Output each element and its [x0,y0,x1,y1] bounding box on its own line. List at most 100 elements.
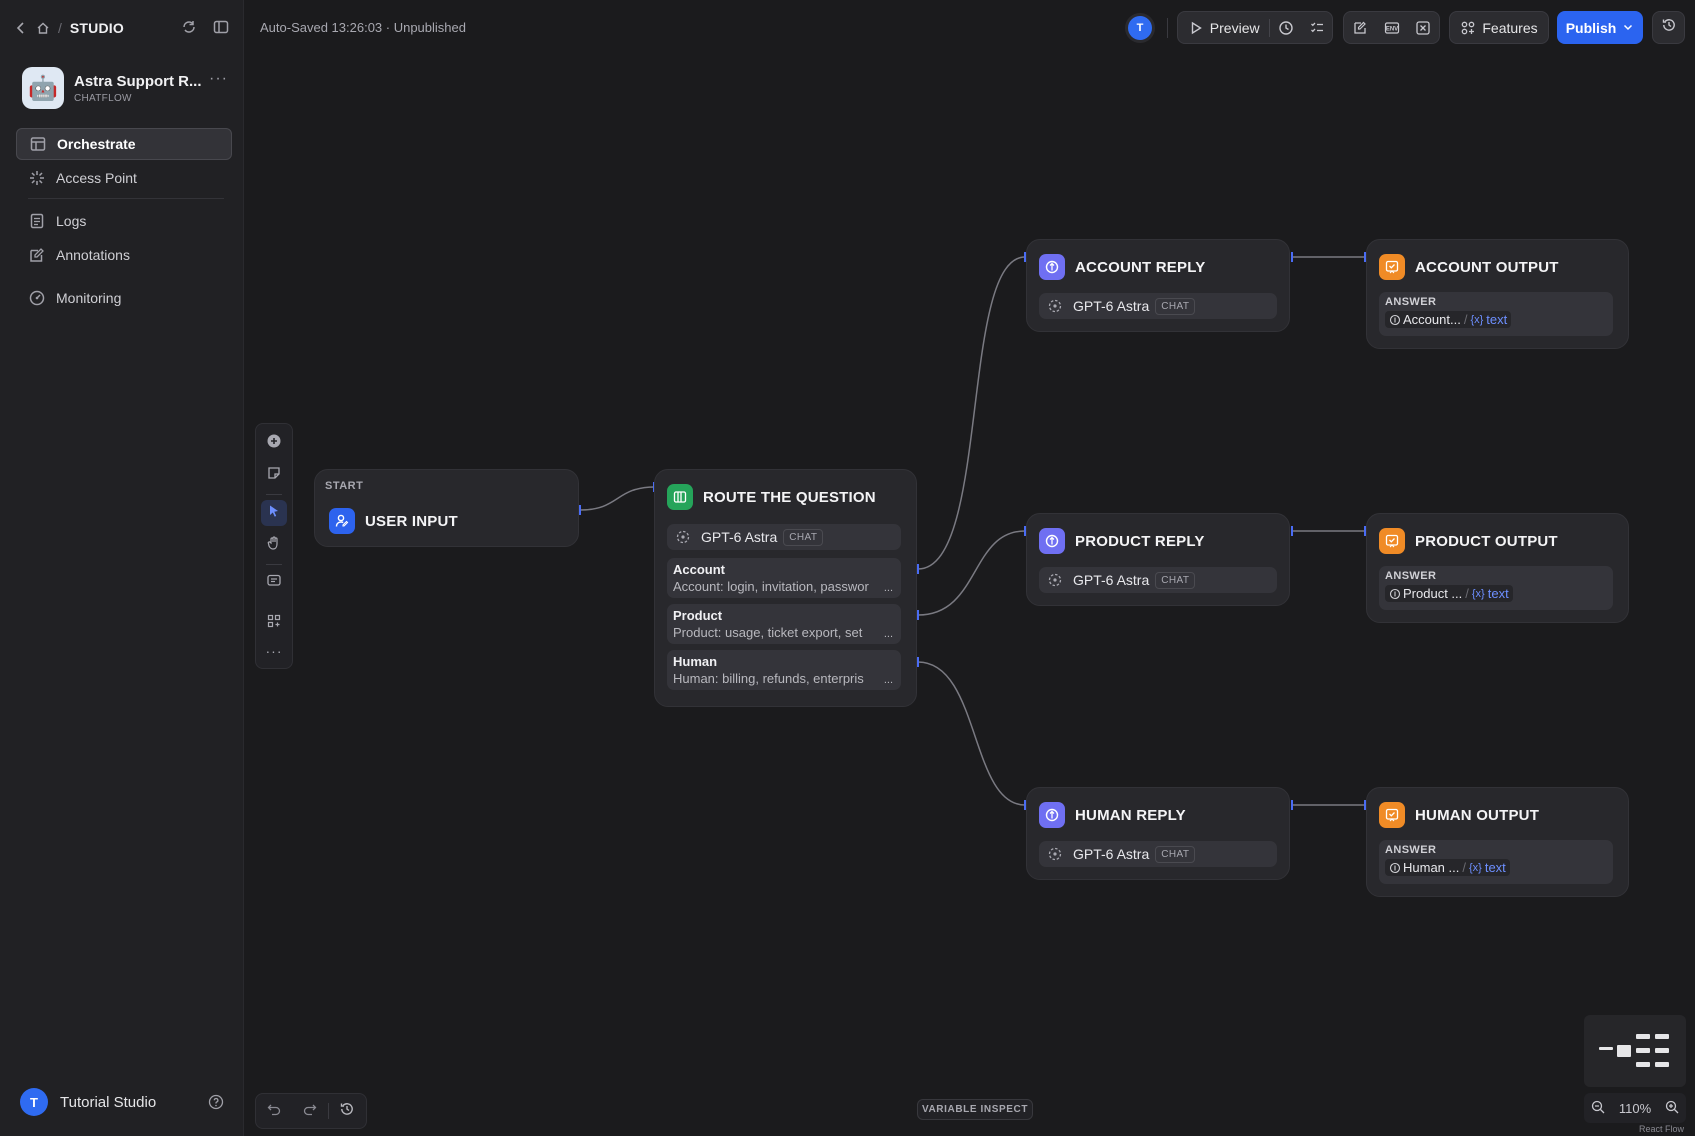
node-title: HUMAN REPLY [1039,802,1186,828]
class-item[interactable]: Human Human: billing, refunds, enterpris… [667,650,901,690]
output-handle[interactable] [1291,252,1293,262]
node-label: START [325,480,364,492]
variable-reference[interactable]: Account... / {x} text [1385,311,1512,328]
zoom-control: 110% [1584,1093,1686,1123]
answer-field[interactable]: ANSWER Account... / {x} text [1379,292,1613,336]
product-output-node[interactable]: PRODUCT OUTPUT ANSWER Product ... / {x} … [1366,513,1629,623]
minimap-node [1655,1048,1669,1053]
model-icon [1047,572,1063,588]
attribution-link[interactable]: React Flow [1639,1124,1684,1134]
reference-node: Human ... [1403,860,1460,875]
node-title-text: PRODUCT OUTPUT [1415,532,1558,550]
edit-history-button[interactable] [329,1093,365,1129]
account-reply-node[interactable]: ACCOUNT REPLY GPT-6 Astra CHAT [1026,239,1290,332]
edge-start-router [579,486,656,511]
account-output-node[interactable]: ACCOUNT OUTPUT ANSWER Account... / {x} t… [1366,239,1629,349]
edge-router-human [917,661,1026,806]
zoom-in-icon[interactable] [1664,1099,1680,1118]
variable-name: text [1486,312,1508,327]
node-title-text: HUMAN OUTPUT [1415,806,1540,824]
node-title-text: PRODUCT REPLY [1075,532,1205,550]
node-title: ROUTE THE QUESTION [667,484,876,510]
reference-separator: / [1463,312,1468,327]
variable-inspect-button[interactable]: VARIABLE INSPECT [917,1099,1033,1120]
output-handle[interactable] [1291,526,1293,536]
classifier-icon [667,484,693,510]
model-selector[interactable]: GPT-6 Astra CHAT [1039,841,1277,867]
output-handle[interactable] [1291,800,1293,810]
node-title: PRODUCT OUTPUT [1379,528,1558,554]
llm-icon [1389,588,1401,600]
zoom-out-icon[interactable] [1590,1099,1606,1118]
minimap-node [1636,1048,1650,1053]
reference-separator: / [1462,860,1466,875]
model-name: GPT-6 Astra [1073,846,1150,862]
llm-icon [1389,862,1401,874]
node-title-text: HUMAN REPLY [1075,806,1186,824]
undo-icon [266,1101,282,1122]
model-mode-chip: CHAT [1155,845,1196,863]
output-handle[interactable] [579,505,581,515]
class-item[interactable]: Product Product: usage, ticket export, s… [667,604,901,644]
minimap-node [1655,1034,1669,1039]
answer-label: ANSWER [1385,296,1437,308]
answer-field[interactable]: ANSWER Human ... / {x} text [1379,840,1613,884]
user-input-icon [329,508,355,534]
minimap-node [1655,1062,1669,1067]
zoom-level[interactable]: 110% [1619,1101,1651,1116]
model-name: GPT-6 Astra [1073,572,1150,588]
minimap-node [1636,1034,1650,1039]
model-selector[interactable]: GPT-6 Astra CHAT [1039,293,1277,319]
model-selector[interactable]: GPT-6 Astra CHAT [667,524,901,550]
product-reply-node[interactable]: PRODUCT REPLY GPT-6 Astra CHAT [1026,513,1290,606]
class-name: Human [673,654,718,669]
human-reply-node[interactable]: HUMAN REPLY GPT-6 Astra CHAT [1026,787,1290,880]
ellipsis: ... [883,674,893,686]
llm-icon [1039,254,1065,280]
llm-icon [1039,802,1065,828]
class-name: Product [673,608,723,623]
human-output-node[interactable]: HUMAN OUTPUT ANSWER Human ... / {x} text [1366,787,1629,897]
ellipsis: ... [883,582,893,594]
output-handle[interactable] [917,657,919,667]
minimap[interactable] [1584,1015,1686,1087]
model-mode-chip: CHAT [1155,571,1196,589]
answer-label: ANSWER [1385,570,1437,582]
ellipsis: ... [883,628,893,640]
variable-name: text [1487,586,1509,601]
question-classifier-node[interactable]: ROUTE THE QUESTION GPT-6 Astra CHAT Acco… [654,469,917,707]
model-selector[interactable]: GPT-6 Astra CHAT [1039,567,1277,593]
reference-separator: / [1465,586,1469,601]
model-mode-chip: CHAT [783,528,824,546]
reference-node: Product ... [1403,586,1463,601]
class-description: Human: billing, refunds, enterpris [673,671,864,686]
output-handle[interactable] [917,564,919,574]
variable-reference[interactable]: Product ... / {x} text [1385,585,1513,602]
undo-redo-toolbar [255,1093,367,1129]
history-icon [339,1101,355,1122]
class-description: Account: login, invitation, passwor [673,579,869,594]
node-title: HUMAN OUTPUT [1379,802,1539,828]
node-title: PRODUCT REPLY [1039,528,1205,554]
undo-button[interactable] [256,1093,292,1129]
class-item[interactable]: Account Account: login, invitation, pass… [667,558,901,598]
answer-label: ANSWER [1385,844,1437,856]
node-title: ACCOUNT REPLY [1039,254,1205,280]
minimap-node [1599,1047,1613,1050]
reference-node: Account... [1403,312,1461,327]
output-handle[interactable] [917,610,919,620]
edge-router-account [917,256,1026,570]
redo-button[interactable] [292,1093,328,1129]
variable-symbol: {x} [1470,313,1484,326]
answer-field[interactable]: ANSWER Product ... / {x} text [1379,566,1613,610]
edge-router-product [917,530,1026,616]
variable-reference[interactable]: Human ... / {x} text [1385,859,1510,876]
llm-icon [1039,528,1065,554]
start-node[interactable]: START USER INPUT [314,469,579,547]
node-title-text: USER INPUT [365,512,458,530]
node-title-text: ROUTE THE QUESTION [703,488,876,506]
model-icon [1047,298,1063,314]
minimap-node [1617,1045,1631,1057]
model-icon [1047,846,1063,862]
llm-icon [1389,314,1401,326]
